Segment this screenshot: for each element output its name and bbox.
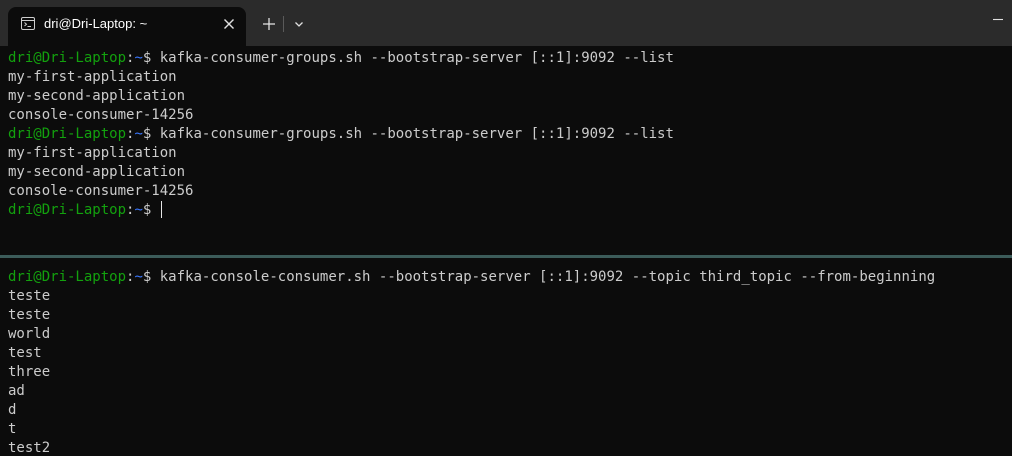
terminal-icon <box>21 17 35 30</box>
output-line: my-first-application <box>8 145 177 161</box>
output-line: test <box>8 345 42 361</box>
output-line: ad <box>8 383 25 399</box>
prompt-line: dri@Dri-Laptop:~$ <box>8 201 674 220</box>
close-icon <box>224 19 234 29</box>
prompt-line: dri@Dri-Laptop:~$ kafka-console-consumer… <box>8 268 935 287</box>
output-line: three <box>8 364 51 380</box>
prompt-path: ~ <box>134 269 143 285</box>
title-bar: dri@Dri-Laptop: ~ <box>0 0 1012 46</box>
minimize-icon <box>993 18 1003 21</box>
output-line: my-second-application <box>8 164 186 180</box>
tab-title: dri@Dri-Laptop: ~ <box>44 16 148 31</box>
output-line: my-second-application <box>8 88 186 104</box>
output-line: t <box>8 421 17 437</box>
command-text: kafka-consumer-groups.sh --bootstrap-ser… <box>151 126 674 142</box>
prompt-line: dri@Dri-Laptop:~$ kafka-consumer-groups.… <box>8 125 674 144</box>
prompt-path: ~ <box>134 202 143 218</box>
terminal-pane-top[interactable]: dri@Dri-Laptop:~$ kafka-consumer-groups.… <box>0 46 1012 255</box>
terminal-output: dri@Dri-Laptop:~$ kafka-consumer-groups.… <box>8 49 674 220</box>
terminal-window: dri@Dri-Laptop: ~ dri@Dri-Laptop:~$ kafk… <box>0 0 1012 456</box>
command-text: kafka-console-consumer.sh --bootstrap-se… <box>151 269 936 285</box>
output-line: console-consumer-14256 <box>8 183 194 199</box>
prompt-user-host: dri@Dri-Laptop <box>8 202 127 218</box>
text-cursor <box>160 201 162 218</box>
close-tab-button[interactable] <box>220 15 238 33</box>
output-line: test2 <box>8 440 51 456</box>
output-line: my-first-application <box>8 69 177 85</box>
prompt-path: ~ <box>134 50 143 66</box>
prompt-user-host: dri@Dri-Laptop <box>8 269 127 285</box>
command-text <box>151 202 159 218</box>
tab-separator <box>283 16 284 32</box>
chevron-down-icon <box>295 22 303 27</box>
output-line: console-consumer-14256 <box>8 107 194 123</box>
plus-icon <box>263 18 275 30</box>
tab-terminal[interactable]: dri@Dri-Laptop: ~ <box>8 7 246 46</box>
prompt-path: ~ <box>134 126 143 142</box>
prompt-user-host: dri@Dri-Laptop <box>8 126 127 142</box>
output-line: d <box>8 402 17 418</box>
new-tab-button[interactable] <box>258 13 280 35</box>
prompt-user-host: dri@Dri-Laptop <box>8 50 127 66</box>
output-line: teste <box>8 288 51 304</box>
terminal-output: dri@Dri-Laptop:~$ kafka-console-consumer… <box>8 268 935 456</box>
prompt-line: dri@Dri-Laptop:~$ kafka-consumer-groups.… <box>8 49 674 68</box>
command-text: kafka-consumer-groups.sh --bootstrap-ser… <box>151 50 674 66</box>
minimize-button[interactable] <box>988 11 1012 25</box>
output-line: teste <box>8 307 51 323</box>
terminal-pane-bottom[interactable]: dri@Dri-Laptop:~$ kafka-console-consumer… <box>0 258 1012 456</box>
output-line: world <box>8 326 51 342</box>
tab-dropdown-button[interactable] <box>289 14 309 34</box>
